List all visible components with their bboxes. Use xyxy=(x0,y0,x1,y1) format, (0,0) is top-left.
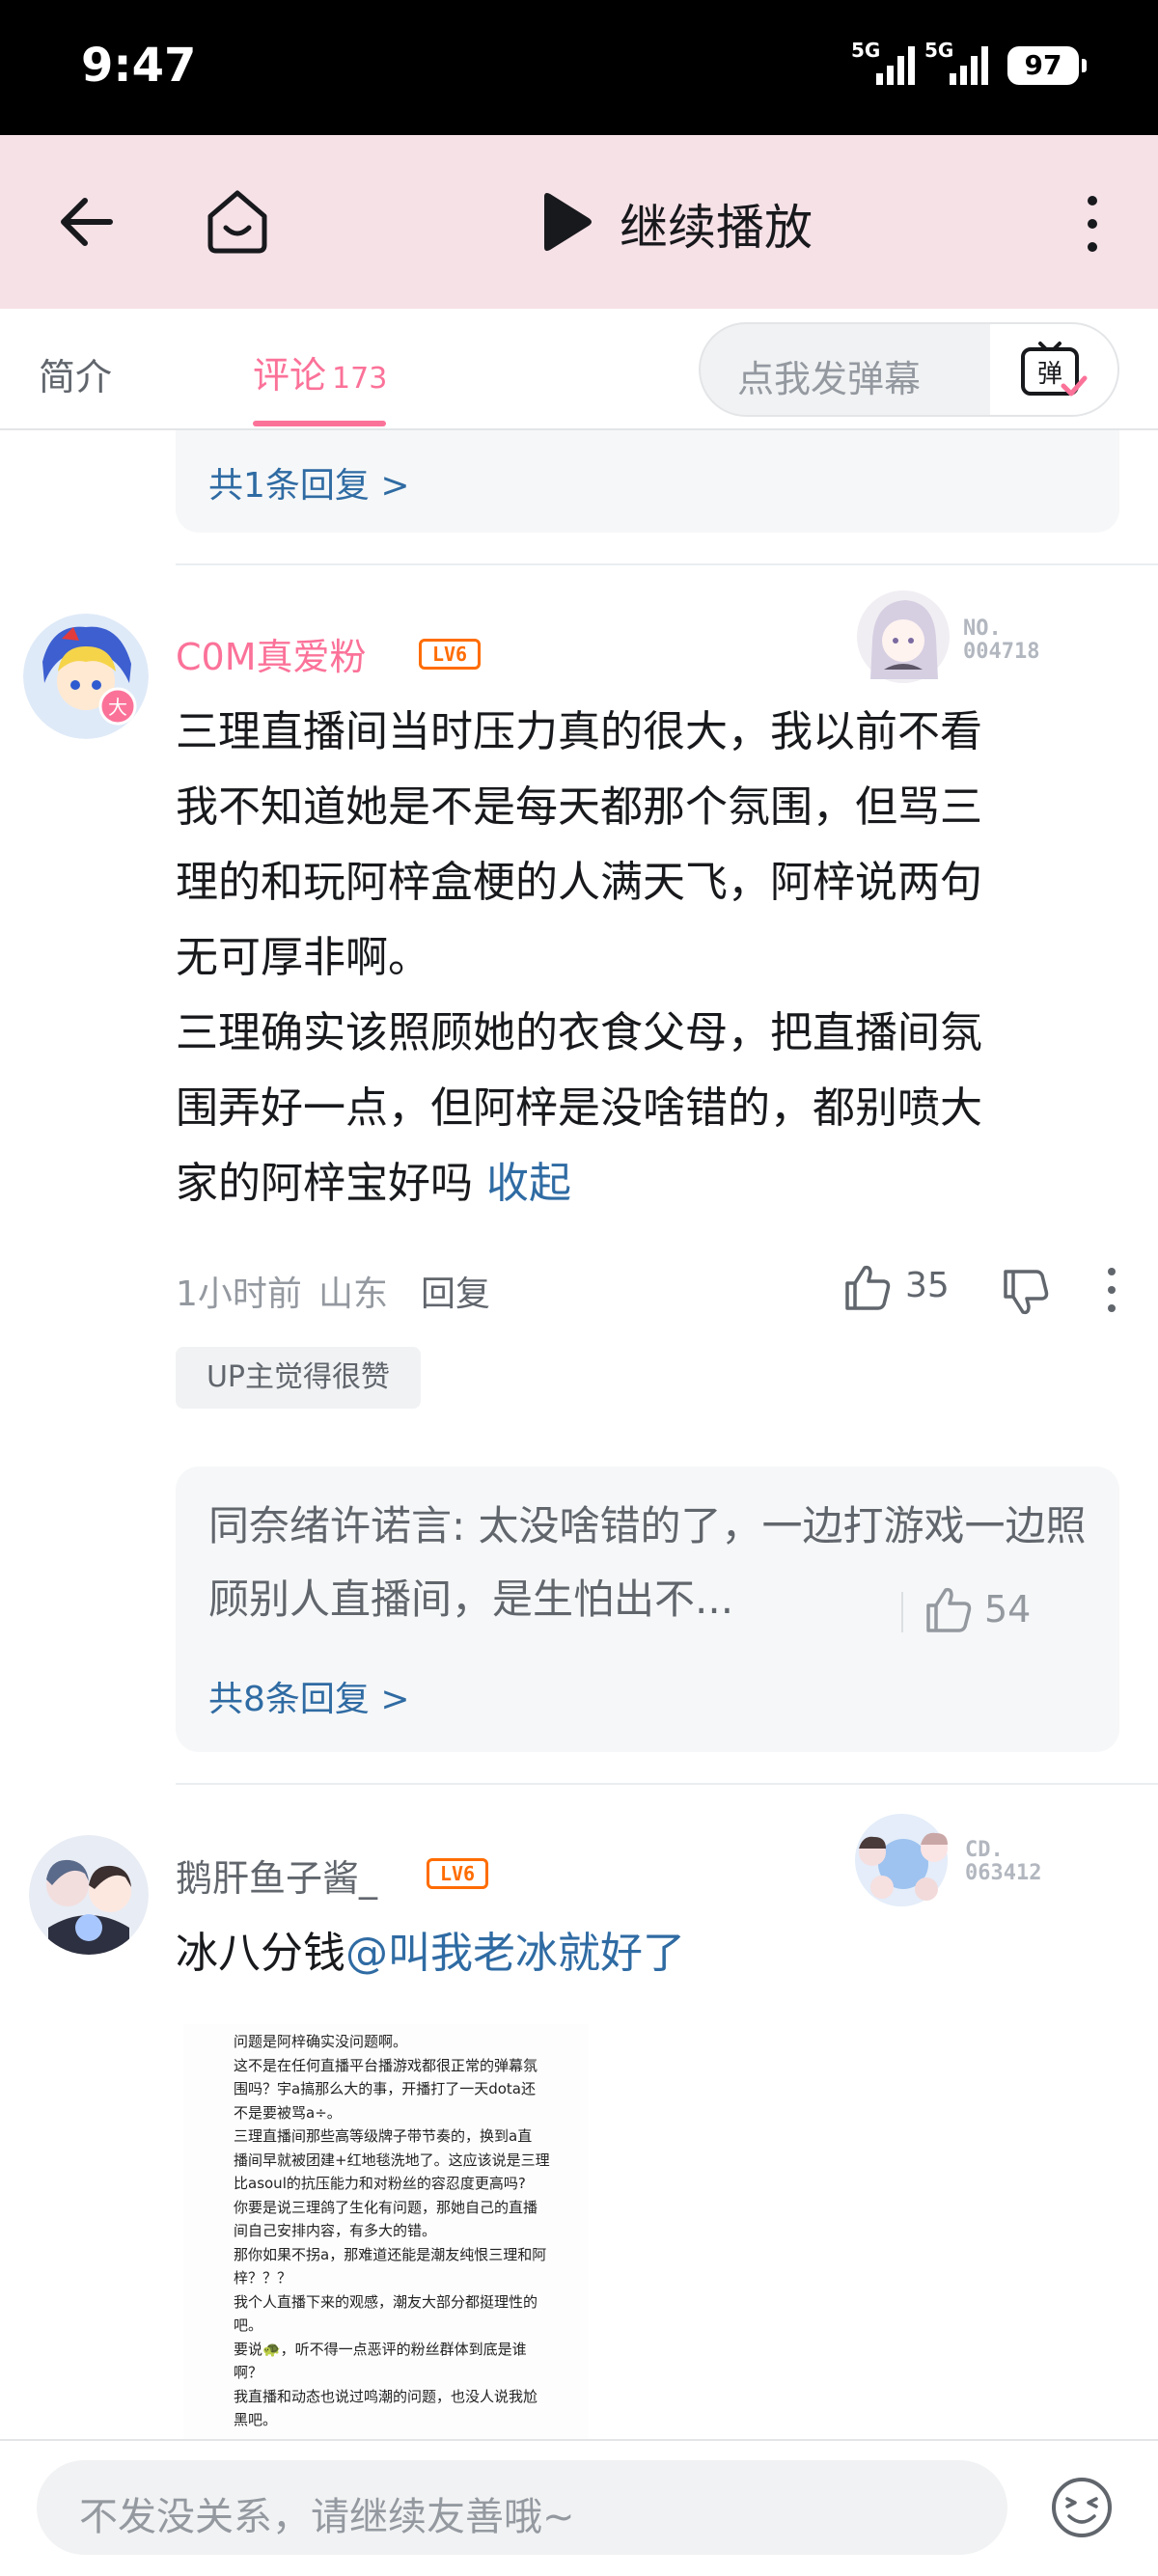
play-icon[interactable] xyxy=(537,191,594,253)
previous-reply-box: 共1条回复 > xyxy=(176,430,1119,533)
fan-badge-icon[interactable] xyxy=(843,1806,979,1912)
tab-intro[interactable]: 简介 xyxy=(39,347,112,400)
status-bar: 9:47 5G 5G 97 xyxy=(0,0,1158,135)
dislike-icon[interactable] xyxy=(1002,1268,1050,1316)
view-replies-link[interactable]: 共8条回复 > xyxy=(208,1671,410,1721)
svg-text:大: 大 xyxy=(108,696,127,719)
emoji-icon[interactable] xyxy=(1050,2476,1114,2539)
fan-number: CD. 063412 xyxy=(965,1838,1042,1885)
avatar[interactable] xyxy=(29,1835,149,1955)
signal-5g-icon: 5G xyxy=(851,35,921,89)
like-count: 35 xyxy=(905,1266,950,1305)
username[interactable]: C0M真爱粉 xyxy=(176,627,367,680)
tab-comments[interactable]: 评论 173 xyxy=(253,345,387,398)
sub-reply-like-count: 54 xyxy=(984,1588,1032,1631)
svg-text:弹: 弹 xyxy=(1037,360,1062,389)
level-badge: LV6 xyxy=(419,639,481,670)
comment-divider xyxy=(176,563,1158,565)
comment-input[interactable]: 不发没关系，请继续友善哦~ xyxy=(37,2460,1007,2555)
danmaku-icon: 弹 xyxy=(1021,342,1088,397)
sub-reply-box[interactable]: 同奈绪许诺言: 太没啥错的了，一边打游戏一边照顾别人直播间，是生怕出不... 5… xyxy=(176,1466,1119,1752)
comment-content: 三理直播间当时压力真的很大，我以前不看 我不知道她是不是每天都那个氛围，但骂三 … xyxy=(176,707,982,1208)
mention-link[interactable]: @叫我老冰就好了 xyxy=(345,1929,685,1978)
battery-indicator: 97 xyxy=(1007,46,1087,85)
comment-content: 冰八分钱@叫我老冰就好了 xyxy=(176,1929,685,1978)
comment-count: 173 xyxy=(332,362,388,396)
active-tab-indicator xyxy=(253,421,386,426)
collapse-link[interactable]: 收起 xyxy=(486,1159,571,1208)
tab-comments-label: 评论 xyxy=(253,354,327,397)
clock-time: 9:47 xyxy=(81,39,197,93)
like-icon[interactable] xyxy=(843,1264,892,1312)
view-replies-link[interactable]: 共1条回复 > xyxy=(208,457,410,507)
back-arrow-icon[interactable] xyxy=(56,195,114,249)
video-nav-bar: 继续播放 xyxy=(0,135,1158,309)
danmaku-placeholder: 点我发弹幕 xyxy=(737,358,922,400)
signal-5g-icon-2: 5G xyxy=(924,35,994,89)
continue-play-button[interactable]: 继续播放 xyxy=(620,189,813,259)
comment-location: 山东 xyxy=(318,1274,389,1314)
comment-image[interactable]: 问题是阿梓确实没问题啊。 这不是在任何直播平台播游戏都很正常的弹幕氛 围吗？宇a… xyxy=(183,2024,589,2439)
sub-reply-separator xyxy=(901,1592,903,1632)
comment-image-text: 问题是阿梓确实没问题啊。 这不是在任何直播平台播游戏都很正常的弹幕氛 围吗？宇a… xyxy=(234,2033,550,2428)
comment-input-bar: 不发没关系，请继续友善哦~ xyxy=(0,2439,1158,2576)
comment-input-placeholder: 不发没关系，请继续友善哦~ xyxy=(79,2495,575,2539)
up-liked-tag: UP主觉得很赞 xyxy=(176,1347,421,1409)
comment-more-icon[interactable] xyxy=(1104,1266,1119,1314)
fan-number: NO. 004718 xyxy=(963,617,1040,664)
danmaku-input[interactable]: 点我发弹幕 弹 xyxy=(699,322,1119,417)
comment-divider xyxy=(176,1783,1158,1785)
avatar[interactable]: 大 xyxy=(23,614,149,739)
danmaku-send-button[interactable]: 弹 xyxy=(990,324,1117,415)
sub-reply-like-icon[interactable] xyxy=(924,1586,973,1634)
level-badge: LV6 xyxy=(427,1858,488,1889)
comment-time: 1小时前 xyxy=(176,1274,302,1314)
more-vertical-icon[interactable] xyxy=(1077,193,1108,255)
home-tv-icon[interactable] xyxy=(205,187,270,255)
username[interactable]: 鹅肝鱼子酱_ xyxy=(176,1849,377,1902)
reply-button[interactable]: 回复 xyxy=(421,1266,490,1316)
